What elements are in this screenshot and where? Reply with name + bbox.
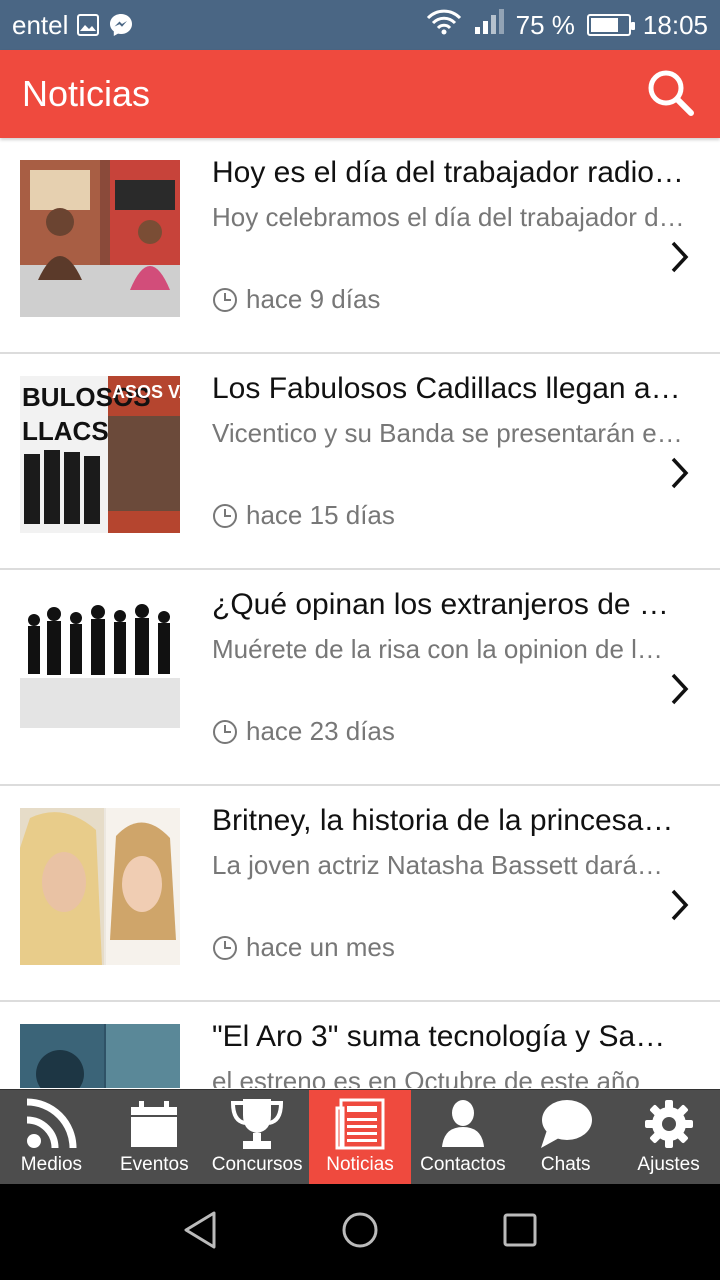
news-item[interactable]: ¿Qué opinan los extranjeros de n… Muéret…	[0, 570, 720, 786]
carrier-name: entel	[12, 9, 69, 40]
news-title: Hoy es el día del trabajador radio…	[212, 156, 684, 189]
news-title: "El Aro 3" suma tecnología y Sa…	[212, 1020, 666, 1053]
news-time-label: hace un mes	[246, 932, 395, 962]
news-time-label: hace 15 días	[246, 500, 395, 530]
news-title: Britney, la historia de la princesa…	[212, 804, 674, 837]
page-title: Noticias	[22, 73, 151, 114]
clock-icon	[212, 935, 238, 961]
news-time-label: hace 9 días	[246, 284, 381, 314]
nav-label: Concursos	[211, 1154, 303, 1175]
news-thumbnail	[20, 160, 180, 317]
clock-icon	[212, 719, 238, 745]
wifi-icon	[426, 9, 462, 42]
back-triangle-icon	[182, 1210, 218, 1255]
news-time: hace 9 días	[212, 284, 380, 315]
battery-icon	[586, 14, 635, 36]
app-bar: Noticias	[0, 50, 720, 138]
signal-icon	[474, 8, 504, 42]
news-thumbnail	[20, 1024, 180, 1088]
calendar-icon	[129, 1096, 179, 1152]
recents-button[interactable]	[440, 1184, 600, 1280]
news-summary: Vicentico y su Banda se presentarán en …	[212, 418, 688, 448]
search-icon	[645, 67, 695, 122]
newspaper-icon	[335, 1096, 385, 1152]
news-summary: Muérete de la risa con la opinion de l…	[212, 634, 663, 664]
news-time: hace 23 días	[212, 716, 395, 747]
news-summary: La joven actriz Natasha Bassett dará…	[212, 850, 663, 880]
nav-item-chats[interactable]: Chats	[514, 1090, 617, 1184]
news-item[interactable]: Hoy es el día del trabajador radio… Hoy …	[0, 138, 720, 354]
person-icon	[440, 1096, 486, 1152]
news-item[interactable]: "El Aro 3" suma tecnología y Sa… el estr…	[0, 1002, 720, 1088]
search-button[interactable]	[642, 66, 698, 122]
news-list[interactable]: Hoy es el día del trabajador radio… Hoy …	[0, 138, 720, 1088]
news-time: hace un mes	[212, 932, 395, 963]
news-item[interactable]: Britney, la historia de la princesa… La …	[0, 786, 720, 1002]
nav-item-medios[interactable]: Medios	[0, 1090, 103, 1184]
trophy-icon	[229, 1096, 285, 1152]
rss-icon	[25, 1096, 77, 1152]
home-circle-icon	[340, 1210, 380, 1255]
nav-label: Eventos	[119, 1154, 189, 1175]
news-title: Los Fabulosos Cadillacs llegan a…	[212, 372, 681, 405]
nav-label: Ajustes	[637, 1154, 700, 1175]
gear-icon	[644, 1096, 694, 1152]
news-time-label: hace 23 días	[246, 716, 395, 746]
news-summary: Hoy celebramos el día del trabajador de …	[212, 202, 688, 232]
bottom-nav: Medios Eventos Concursos Noticias Contac…	[0, 1089, 720, 1184]
svg-text:LLACS: LLACS	[22, 416, 109, 446]
nav-label: Contactos	[420, 1154, 506, 1175]
chevron-right-icon	[670, 456, 690, 495]
nav-label: Noticias	[326, 1154, 394, 1175]
nav-label: Medios	[20, 1154, 83, 1175]
messenger-icon	[108, 12, 134, 38]
recents-square-icon	[502, 1212, 538, 1253]
battery-percent: 75 %	[515, 9, 575, 40]
system-nav-bar	[0, 1184, 720, 1280]
news-item[interactable]: BULOSOS LLACS ASOS VA Los Fabulosos Cadi…	[0, 354, 720, 570]
chevron-right-icon	[670, 240, 690, 279]
news-time: hace 15 días	[212, 500, 395, 531]
news-summary: el estreno es en Octubre de este año	[212, 1066, 640, 1088]
news-thumbnail: BULOSOS LLACS ASOS VA	[20, 376, 180, 533]
nav-item-eventos[interactable]: Eventos	[103, 1090, 206, 1184]
chevron-right-icon	[670, 888, 690, 927]
chevron-right-icon	[670, 672, 690, 711]
nav-item-contactos[interactable]: Contactos	[411, 1090, 514, 1184]
home-button[interactable]	[280, 1184, 440, 1280]
nav-item-concursos[interactable]: Concursos	[206, 1090, 309, 1184]
chat-bubble-icon	[539, 1096, 593, 1152]
news-thumbnail	[20, 592, 180, 749]
clock-time: 18:05	[642, 9, 708, 40]
status-bar: entel 75 % 18:05	[0, 0, 720, 50]
nav-item-noticias[interactable]: Noticias	[308, 1090, 412, 1184]
nav-item-ajustes[interactable]: Ajustes	[617, 1090, 720, 1184]
clock-icon	[212, 503, 238, 529]
clock-icon	[212, 287, 238, 313]
news-thumbnail	[20, 808, 180, 965]
battery-level	[590, 18, 618, 32]
news-title: ¿Qué opinan los extranjeros de n…	[212, 588, 684, 621]
back-button[interactable]	[120, 1184, 280, 1280]
svg-text:ASOS VA: ASOS VA	[112, 382, 180, 402]
nav-label: Chats	[540, 1154, 591, 1175]
image-icon	[76, 13, 100, 37]
